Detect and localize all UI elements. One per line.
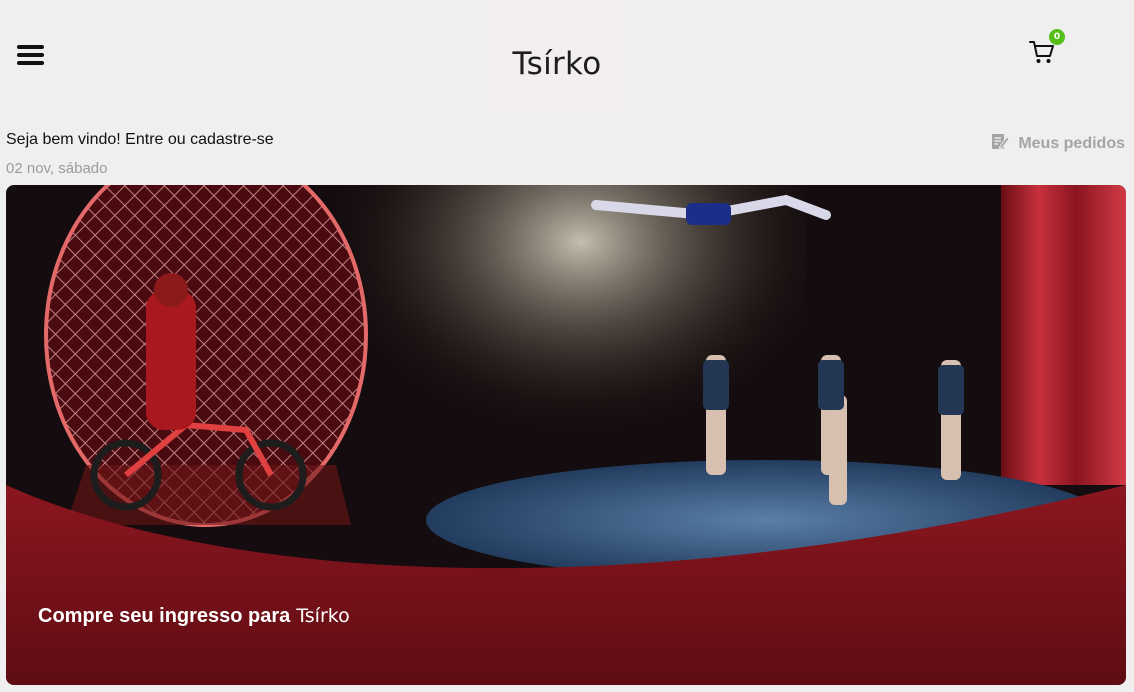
hero-event-name: Tsírko <box>296 605 350 627</box>
hamburger-menu-icon[interactable] <box>16 42 46 68</box>
my-orders-label: Meus pedidos <box>1018 134 1125 152</box>
my-orders-link[interactable]: Meus pedidos <box>990 131 1125 156</box>
logo[interactable]: Tsírko <box>490 0 624 112</box>
event-hero-banner[interactable]: Compre seu ingresso para Tsírko <box>6 185 1126 685</box>
logo-text: Tsírko <box>512 46 602 82</box>
current-date: 02 nov, sábado <box>6 160 108 177</box>
welcome-login-link[interactable]: Seja bem vindo! Entre ou cadastre-se <box>6 131 274 149</box>
cart-count-badge: 0 <box>1049 29 1065 45</box>
hero-title: Compre seu ingresso para <box>38 605 291 627</box>
hero-caption: Compre seu ingresso para Tsírko <box>38 603 356 632</box>
top-header: Tsírko 0 <box>0 0 1134 112</box>
edit-document-icon <box>990 131 1010 156</box>
